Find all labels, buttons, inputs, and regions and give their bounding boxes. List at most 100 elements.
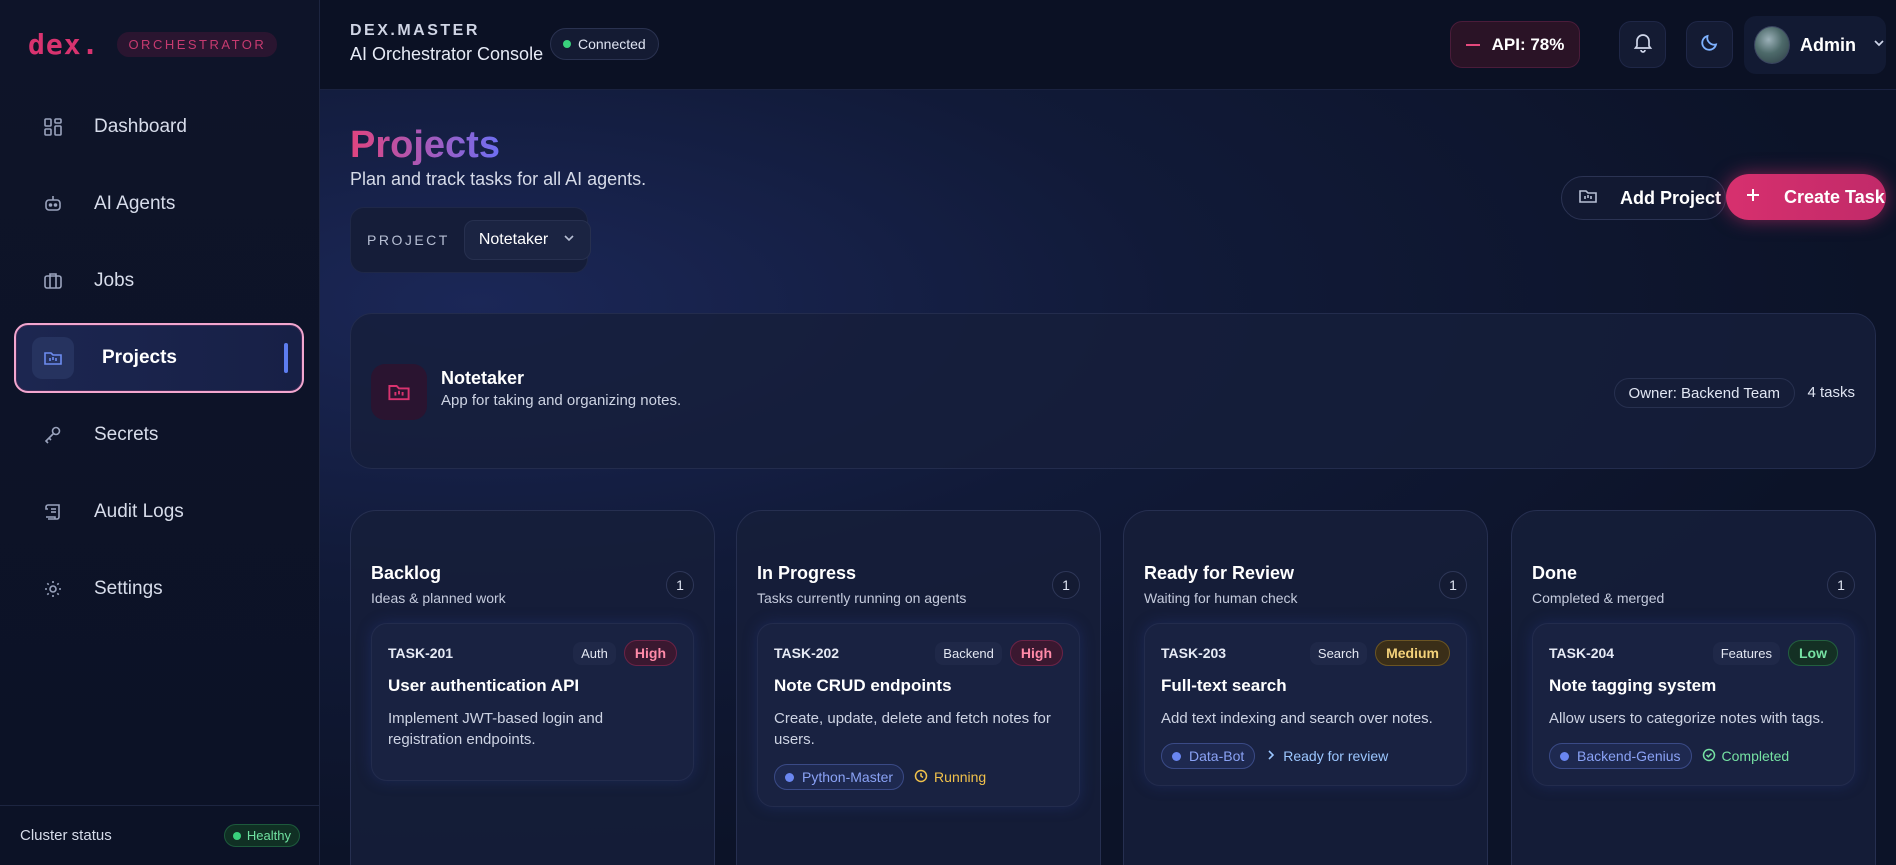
api-usage-badge[interactable]: API: 78% (1450, 21, 1580, 68)
project-name: Notetaker (441, 368, 525, 388)
priority-badge: High (623, 640, 677, 666)
owner-badge: Owner: Backend Team (1613, 378, 1795, 408)
briefcase-icon (42, 270, 64, 292)
column-title: Backlog (371, 563, 442, 583)
agent-badge[interactable]: Backend-Genius (1549, 743, 1692, 769)
column-header: In Progress Tasks currently running on a… (757, 563, 966, 606)
sidebar: dex. ORCHESTRATOR Dashboard AI Agents Jo… (0, 0, 320, 865)
sidebar-item-projects[interactable]: Projects (14, 323, 304, 393)
column-title: Ready for Review (1144, 563, 1295, 583)
sidebar-nav: Dashboard AI Agents Jobs Projects Secret… (14, 92, 304, 631)
sidebar-item-label: AI Agents (94, 193, 176, 214)
connection-text: Connected (578, 36, 646, 52)
task-title: Note CRUD endpoints (774, 676, 952, 695)
folder-icon (42, 347, 64, 369)
bell-icon (1632, 31, 1654, 58)
column-ready-for-review: Ready for Review Waiting for human check… (1123, 510, 1488, 865)
sidebar-item-settings[interactable]: Settings (14, 554, 304, 624)
check-circle-icon (1702, 748, 1716, 765)
sidebar-item-audit-logs[interactable]: Audit Logs (14, 477, 304, 547)
task-tag: Search (1309, 641, 1368, 665)
project-summary-card: Notetaker App for taking and organizing … (350, 313, 1876, 469)
sidebar-item-label: Audit Logs (94, 501, 184, 522)
add-project-label: Add Project (1620, 187, 1722, 208)
column-backlog: Backlog Ideas & planned work 1 TASK-201 … (350, 510, 715, 865)
task-title: Full-text search (1161, 676, 1287, 695)
task-status: Ready for review (1265, 748, 1388, 764)
column-subtitle: Ideas & planned work (371, 590, 506, 606)
agent-badge[interactable]: Data-Bot (1161, 743, 1256, 769)
column-header: Ready for Review Waiting for human check (1144, 563, 1298, 606)
chevron-down-icon (562, 231, 576, 250)
sidebar-item-secrets[interactable]: Secrets (14, 400, 304, 470)
task-tags: Backend High (935, 640, 1063, 666)
column-count: 1 (1827, 571, 1855, 599)
priority-badge: High (1009, 640, 1063, 666)
task-count: 4 tasks (1807, 384, 1855, 401)
add-project-button[interactable]: Add Project (1561, 176, 1726, 220)
sidebar-item-label: Projects (102, 347, 177, 368)
column-count: 1 (666, 571, 694, 599)
column-in-progress: In Progress Tasks currently running on a… (736, 510, 1101, 865)
page-subtitle: Plan and track tasks for all AI agents. (350, 169, 647, 189)
notifications-button[interactable] (1619, 21, 1666, 68)
task-tag: Features (1712, 641, 1780, 665)
task-title: Note tagging system (1549, 676, 1717, 695)
cluster-status: Cluster status Healthy (0, 805, 320, 865)
task-card[interactable]: TASK-201 Auth High User authentication A… (371, 623, 694, 781)
theme-toggle-button[interactable] (1686, 21, 1733, 68)
column-header: Done Completed & merged (1532, 563, 1664, 606)
status-text: Healthy (246, 828, 291, 843)
agent-dot-icon (1172, 751, 1181, 761)
task-description: Add text indexing and search over notes. (1161, 710, 1433, 727)
user-name: Admin (1800, 34, 1856, 55)
task-card-header: TASK-203 Search Medium (1161, 640, 1450, 666)
column-header: Backlog Ideas & planned work (371, 563, 506, 606)
task-status-text: Completed (1721, 748, 1790, 764)
clock-icon (914, 769, 928, 786)
key-icon (42, 424, 64, 446)
sidebar-item-jobs[interactable]: Jobs (14, 246, 304, 316)
task-status: Completed (1702, 748, 1790, 765)
project-dropdown[interactable]: Notetaker (463, 220, 592, 260)
task-description: Implement JWT-based login and registrati… (388, 710, 604, 748)
user-menu[interactable]: Admin (1744, 16, 1886, 74)
app-root: dex. ORCHESTRATOR Dashboard AI Agents Jo… (0, 0, 1896, 865)
task-card[interactable]: TASK-202 Backend High Note CRUD endpoint… (757, 623, 1080, 807)
topbar: DEX.MASTER AI Orchestrator Console Conne… (320, 0, 1896, 90)
column-count: 1 (1439, 571, 1467, 599)
task-card[interactable]: TASK-204 Features Low Note tagging syste… (1532, 623, 1855, 786)
agent-badge[interactable]: Python-Master (774, 764, 905, 790)
scroll-icon (42, 501, 64, 523)
task-card[interactable]: TASK-203 Search Medium Full-text search … (1144, 623, 1467, 786)
cluster-status-label: Cluster status (20, 827, 112, 844)
folder-chart-icon (1578, 186, 1598, 211)
moon-icon (1699, 31, 1721, 58)
task-id: TASK-201 (388, 645, 454, 661)
task-footer: Data-Bot Ready for review (1161, 743, 1450, 769)
create-task-button[interactable]: Create Task (1726, 174, 1886, 220)
column-subtitle: Waiting for human check (1144, 590, 1298, 606)
avatar (1754, 26, 1790, 64)
page-title: Projects (350, 124, 500, 166)
connected-dot-icon (563, 40, 571, 48)
gear-icon (42, 578, 64, 600)
task-tags: Auth High (573, 640, 677, 666)
task-description: Create, update, delete and fetch notes f… (774, 710, 1051, 748)
task-card-header: TASK-201 Auth High (388, 640, 677, 666)
robot-icon (42, 193, 64, 215)
sidebar-item-dashboard[interactable]: Dashboard (14, 92, 304, 162)
task-title: User authentication API (388, 676, 580, 695)
task-tag: Auth (573, 641, 616, 665)
sidebar-item-label: Secrets (94, 424, 159, 445)
priority-badge: Low (1788, 640, 1838, 666)
task-status-text: Running (934, 769, 987, 785)
sidebar-item-ai-agents[interactable]: AI Agents (14, 169, 304, 239)
column-subtitle: Completed & merged (1532, 590, 1665, 606)
create-task-label: Create Task (1784, 186, 1885, 207)
active-indicator (284, 343, 288, 373)
brand: dex. ORCHESTRATOR (28, 28, 278, 61)
console-title: AI Orchestrator Console (350, 44, 544, 64)
priority-badge: Medium (1375, 640, 1450, 666)
brand-logo[interactable]: dex. (28, 28, 99, 61)
